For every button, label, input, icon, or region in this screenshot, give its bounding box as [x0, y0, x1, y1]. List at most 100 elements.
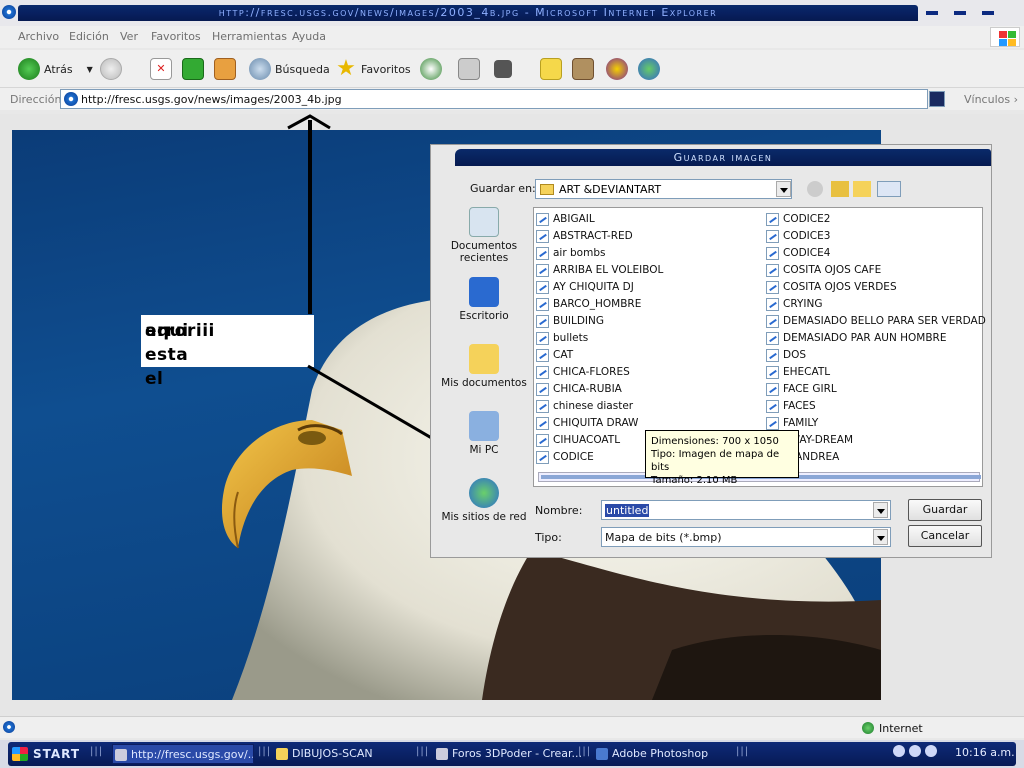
new-folder-icon[interactable]	[853, 181, 871, 197]
file-item[interactable]: DEMASIADO BELLO PARA SER VERDAD	[766, 313, 986, 330]
file-item[interactable]: DOS	[766, 347, 986, 364]
file-item[interactable]: CAT	[536, 347, 663, 364]
start-button[interactable]: START	[12, 744, 80, 764]
save-in-value: ART &DEVIANTART	[559, 183, 662, 196]
windows-start-icon	[12, 747, 28, 761]
file-item[interactable]: air bombs	[536, 245, 663, 262]
place-desktop[interactable]: Escritorio	[441, 277, 527, 322]
place-network[interactable]: Mis sitios de red	[441, 478, 527, 523]
zone-label: Internet	[879, 722, 923, 735]
ie-task-icon	[436, 748, 448, 760]
taskbar-grip: |||	[416, 746, 430, 757]
place-recent-label: Documentos recientes	[450, 240, 518, 264]
bitmap-file-icon	[536, 315, 549, 328]
file-item[interactable]: chinese diaster	[536, 398, 663, 415]
file-item-label: CHICA-RUBIA	[553, 383, 622, 395]
up-folder-icon[interactable]	[831, 181, 849, 197]
file-item[interactable]: COSITA OJOS CAFE	[766, 262, 986, 279]
file-item-label: CRYING	[783, 298, 823, 310]
save-in-select[interactable]: ART &DEVIANTART	[535, 179, 792, 199]
folder-icon	[540, 184, 554, 195]
bitmap-file-icon	[536, 400, 549, 413]
save-in-label: Guardar en:	[470, 182, 536, 195]
file-name-dropdown-icon[interactable]	[873, 502, 888, 518]
place-my-documents[interactable]: Mis documentos	[441, 344, 527, 389]
taskbar-grip: |||	[258, 746, 272, 757]
cancel-button[interactable]: Cancelar	[908, 525, 982, 547]
task-photoshop[interactable]: Adobe Photoshop	[594, 744, 734, 764]
file-item-label: BUILDING	[553, 315, 605, 327]
file-item[interactable]: COSITA OJOS VERDES	[766, 279, 986, 296]
file-item-label: air bombs	[553, 247, 606, 259]
tray-icon[interactable]	[909, 745, 921, 757]
file-item[interactable]: CODICE3	[766, 228, 986, 245]
file-item[interactable]: ABIGAIL	[536, 211, 663, 228]
file-item-label: CHICA-FLORES	[553, 366, 630, 378]
taskbar-grip: |||	[736, 746, 750, 757]
tooltip-size: Tamaño: 2.10 MB	[651, 475, 738, 486]
file-item[interactable]: CHICA-FLORES	[536, 364, 663, 381]
bitmap-file-icon	[536, 264, 549, 277]
place-desktop-label: Escritorio	[459, 310, 509, 322]
file-item[interactable]: BUILDING	[536, 313, 663, 330]
task-foros-3dpoder[interactable]: Foros 3DPoder - Crear...	[434, 744, 584, 764]
save-in-dropdown-icon[interactable]	[776, 181, 791, 197]
bitmap-file-icon	[766, 281, 779, 294]
place-my-pc[interactable]: Mi PC	[441, 411, 527, 456]
file-item[interactable]: ARRIBA EL VOLEIBOL	[536, 262, 663, 279]
task-ie-label: http://fresc.usgs.gov/...	[131, 748, 254, 761]
taskbar-grip: |||	[90, 746, 104, 757]
network-places-icon	[469, 478, 499, 508]
bitmap-file-icon	[766, 417, 779, 430]
view-menu-icon[interactable]	[877, 181, 901, 197]
file-item-label: EHECATL	[783, 366, 831, 378]
task-internet-explorer[interactable]: http://fresc.usgs.gov/...	[112, 744, 254, 764]
internet-zone-icon	[862, 722, 874, 734]
file-item[interactable]: BARCO_HOMBRE	[536, 296, 663, 313]
file-item[interactable]: bullets	[536, 330, 663, 347]
tray-icon[interactable]	[925, 745, 937, 757]
file-item[interactable]: FACES	[766, 398, 986, 415]
file-item-label: ARRIBA EL VOLEIBOL	[553, 264, 664, 276]
file-item-label: chinese diaster	[553, 400, 634, 412]
file-item-label: CIHUACOATL	[553, 434, 621, 446]
save-button[interactable]: Guardar	[908, 499, 982, 521]
task-dibujos-scan[interactable]: DIBUJOS-SCAN	[274, 744, 414, 764]
task-photoshop-label: Adobe Photoshop	[612, 747, 709, 760]
bitmap-file-icon	[536, 417, 549, 430]
dialog-title-bar[interactable]: Guardar imagen	[455, 149, 991, 166]
bitmap-file-icon	[536, 230, 549, 243]
my-computer-icon	[469, 411, 499, 441]
file-item-label: COSITA OJOS CAFE	[783, 264, 882, 276]
bitmap-file-icon	[766, 400, 779, 413]
my-documents-icon	[469, 344, 499, 374]
file-item-label: DEMASIADO BELLO PARA SER VERDAD	[783, 315, 986, 327]
file-item[interactable]: AY CHIQUITA DJ	[536, 279, 663, 296]
file-item[interactable]: ABSTRACT-RED	[536, 228, 663, 245]
file-tooltip: Dimensiones: 700 x 1050 Tipo: Imagen de …	[645, 430, 799, 486]
back-folder-icon[interactable]	[807, 181, 823, 197]
file-item[interactable]: CHICA-RUBIA	[536, 381, 663, 398]
file-item[interactable]: CODICE4	[766, 245, 986, 262]
file-item-label: DOS	[783, 349, 807, 361]
dialog-title: Guardar imagen	[673, 151, 773, 164]
file-name-input[interactable]: untitled	[601, 500, 891, 520]
file-type-select[interactable]: Mapa de bits (*.bmp)	[601, 527, 891, 547]
file-item-label: CODICE3	[783, 230, 831, 242]
bitmap-file-icon	[766, 383, 779, 396]
file-item-label: ABIGAIL	[553, 213, 595, 225]
tray-icon[interactable]	[893, 745, 905, 757]
file-item[interactable]: DEMASIADO PAR AUN HOMBRE	[766, 330, 986, 347]
page-status-icon	[3, 721, 15, 733]
file-item[interactable]: EHECATL	[766, 364, 986, 381]
file-type-value: Mapa de bits (*.bmp)	[605, 531, 722, 544]
file-type-dropdown-icon[interactable]	[873, 529, 888, 545]
file-item[interactable]: CODICE2	[766, 211, 986, 228]
file-item[interactable]: CRYING	[766, 296, 986, 313]
place-recent[interactable]: Documentos recientes	[441, 207, 527, 264]
file-name-value[interactable]: untitled	[605, 504, 650, 517]
file-item-label: FACE GIRL	[783, 383, 837, 395]
file-item[interactable]: FACE GIRL	[766, 381, 986, 398]
task-dibujos-label: DIBUJOS-SCAN	[292, 747, 373, 760]
file-name-label: Nombre:	[535, 504, 583, 517]
